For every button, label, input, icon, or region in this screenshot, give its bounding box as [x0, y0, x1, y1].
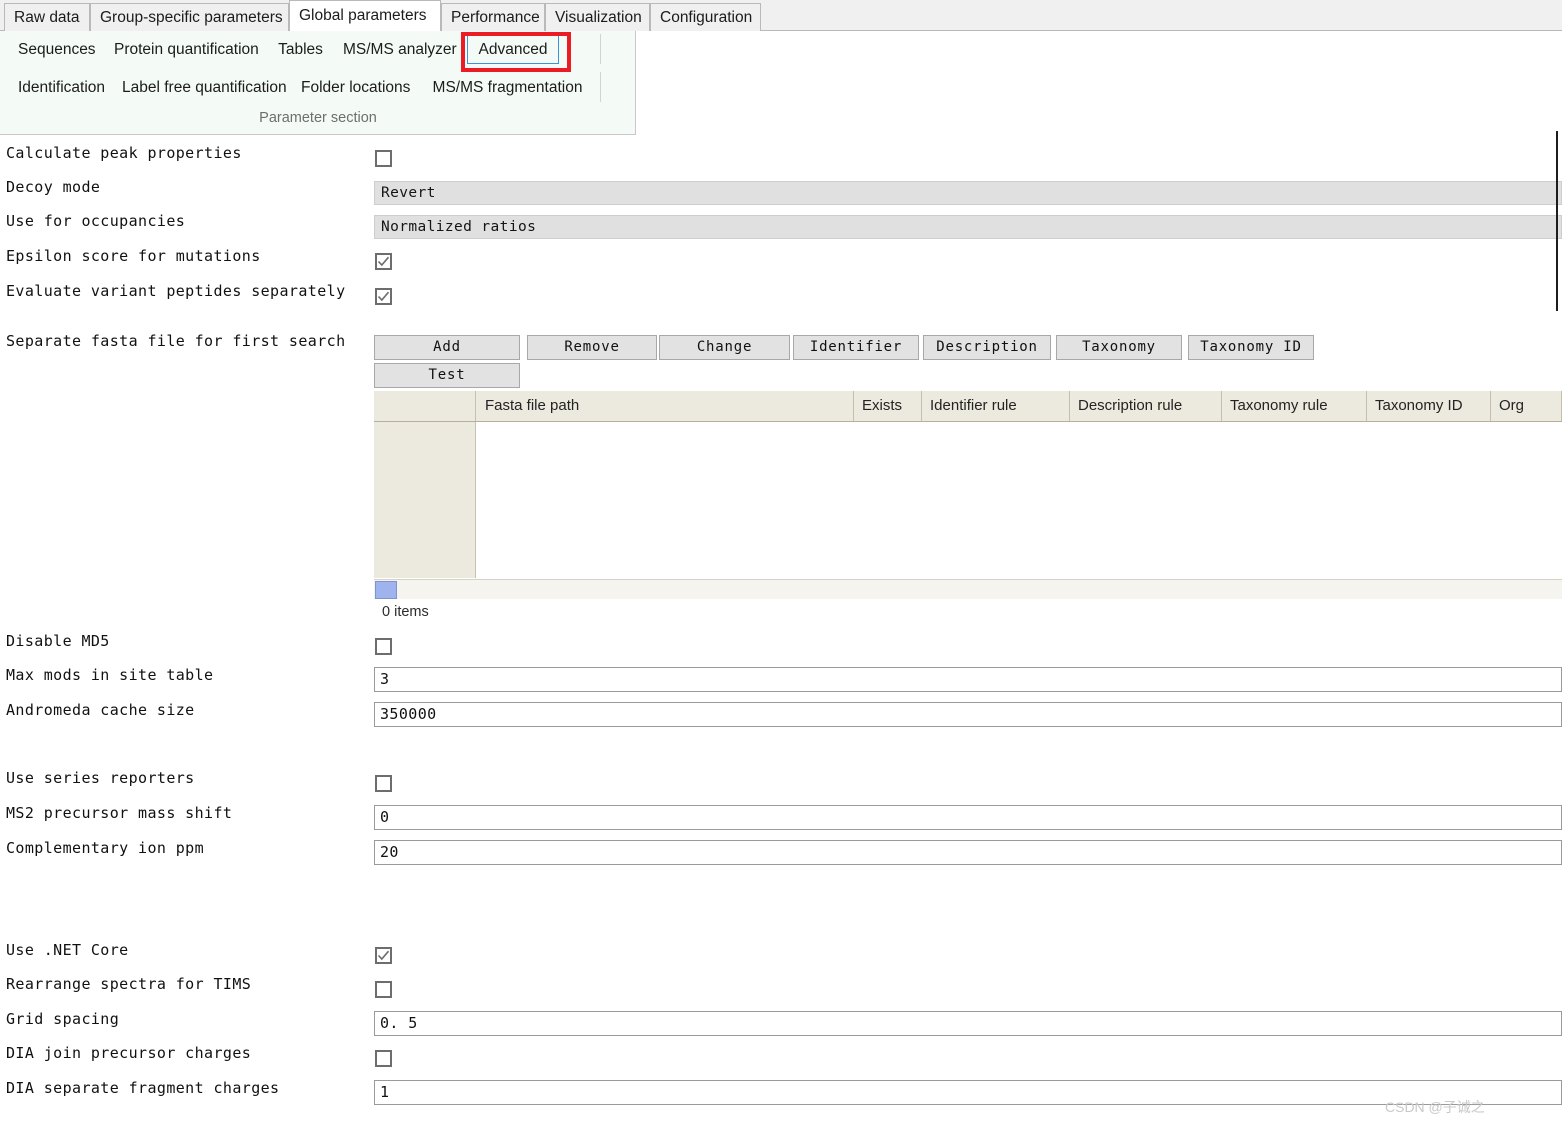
fasta-table-corner-cell	[374, 391, 476, 421]
change-button[interactable]: Change	[659, 335, 790, 360]
label-disable-md5: Disable MD5	[6, 632, 110, 650]
checkbox-disable-md5[interactable]	[375, 638, 392, 655]
input-ms2-precursor-mass-shift[interactable]: 0	[374, 805, 1562, 830]
sub-tab-ms-ms-analyzer[interactable]: MS/MS analyzer	[333, 34, 466, 64]
fasta-table: Fasta file path Exists Identifier rule Desc…	[374, 391, 1562, 578]
label-use-net-core: Use .NET Core	[6, 941, 129, 959]
sub-tab-folder-locations[interactable]: Folder locations	[291, 72, 419, 102]
main-tab-visualization[interactable]: Visualization	[545, 3, 650, 31]
sub-tab-identification[interactable]: Identification	[8, 72, 112, 102]
column-header-org[interactable]: Org	[1491, 391, 1562, 421]
label-decoy-mode: Decoy mode	[6, 178, 101, 196]
checkbox-use-series-reporters[interactable]	[375, 775, 392, 792]
main-tab-configuration[interactable]: Configuration	[650, 3, 761, 31]
column-header-taxonomy-id[interactable]: Taxonomy ID	[1367, 391, 1491, 421]
main-tab-group-specific-parameters[interactable]: Group-specific parameters	[90, 3, 289, 31]
input-max-mods-in-site-table[interactable]: 3	[374, 667, 1562, 692]
taxonomy-id-button[interactable]: Taxonomy ID	[1188, 335, 1314, 360]
label-ms2-precursor-mass-shift: MS2 precursor mass shift	[6, 804, 233, 822]
fasta-table-header-row: Fasta file path Exists Identifier rule Desc…	[374, 391, 1562, 422]
column-header-fasta-file-path[interactable]: Fasta file path	[477, 391, 854, 421]
column-header-description-rule[interactable]: Description rule	[1070, 391, 1222, 421]
watermark: CSDN @子诚之	[1385, 1099, 1485, 1115]
checkbox-calculate-peak-properties[interactable]	[375, 150, 392, 167]
remove-button[interactable]: Remove	[527, 335, 657, 360]
sub-tab-label-free-quantification[interactable]: Label free quantification	[112, 72, 291, 102]
combo-use-for-occupancies[interactable]: Normalized ratios	[374, 215, 1562, 239]
checkbox-rearrange-spectra-for-tims[interactable]	[375, 981, 392, 998]
input-dia-separate-fragment-charges[interactable]: 1	[374, 1080, 1562, 1105]
scrollbar-thumb[interactable]	[375, 581, 397, 599]
column-header-exists[interactable]: Exists	[854, 391, 922, 421]
label-separate-fasta-file-for-first-search: Separate fasta file for first search	[6, 332, 346, 350]
panel-right-edge	[1556, 131, 1558, 311]
main-tab-performance[interactable]: Performance	[441, 3, 545, 31]
checkbox-use-net-core[interactable]	[375, 947, 392, 964]
label-max-mods-in-site-table: Max mods in site table	[6, 666, 214, 684]
combo-decoy-mode[interactable]: Revert	[374, 181, 1562, 205]
label-dia-join-precursor-charges: DIA join precursor charges	[6, 1044, 252, 1062]
label-complementary-ion-ppm: Complementary ion ppm	[6, 839, 205, 857]
label-calculate-peak-properties: Calculate peak properties	[6, 144, 242, 162]
sub-tab-advanced[interactable]: Advanced	[467, 34, 559, 64]
label-epsilon-score-for-mutations: Epsilon score for mutations	[6, 247, 261, 265]
sub-tab-row-2: Identification Label free quantification F…	[0, 72, 635, 105]
label-rearrange-spectra-for-tims: Rearrange spectra for TIMS	[6, 975, 252, 993]
sub-tab-divider-2	[600, 72, 601, 102]
label-evaluate-variant-peptides-separately: Evaluate variant peptides separately	[6, 282, 346, 300]
fasta-table-row-header-column	[374, 422, 476, 578]
label-use-series-reporters: Use series reporters	[6, 769, 195, 787]
taxonomy-button[interactable]: Taxonomy	[1056, 335, 1182, 360]
fasta-table-body[interactable]	[477, 422, 1562, 578]
sub-tab-ms-ms-fragmentation[interactable]: MS/MS fragmentation	[419, 72, 596, 102]
sub-tab-tables[interactable]: Tables	[268, 34, 333, 64]
sub-tab-sequences[interactable]: Sequences	[8, 34, 104, 64]
label-use-for-occupancies: Use for occupancies	[6, 212, 186, 230]
input-andromeda-cache-size[interactable]: 350000	[374, 702, 1562, 727]
label-andromeda-cache-size: Andromeda cache size	[6, 701, 195, 719]
fasta-table-horizontal-scrollbar[interactable]	[374, 579, 1562, 599]
main-tab-bar: Raw data Group-specific parameters Global …	[0, 0, 1562, 31]
description-button[interactable]: Description	[923, 335, 1051, 360]
input-grid-spacing[interactable]: 0. 5	[374, 1011, 1562, 1036]
add-button[interactable]: Add	[374, 335, 520, 360]
column-header-identifier-rule[interactable]: Identifier rule	[922, 391, 1070, 421]
main-tab-global-parameters[interactable]: Global parameters	[289, 0, 441, 31]
parameter-section-caption: Parameter section	[259, 110, 377, 126]
column-header-taxonomy-rule[interactable]: Taxonomy rule	[1222, 391, 1367, 421]
checkbox-evaluate-variant-peptides-separately[interactable]	[375, 288, 392, 305]
checkbox-dia-join-precursor-charges[interactable]	[375, 1050, 392, 1067]
input-complementary-ion-ppm[interactable]: 20	[374, 840, 1562, 865]
identifier-button[interactable]: Identifier	[793, 335, 919, 360]
sub-tab-row-1: Sequences Protein quantification Tables MS/…	[0, 34, 635, 67]
main-tab-raw-data[interactable]: Raw data	[4, 3, 90, 31]
sub-tab-protein-quantification[interactable]: Protein quantification	[104, 34, 268, 64]
sub-tab-divider-1	[600, 34, 601, 64]
fasta-items-count: 0 items	[382, 604, 429, 620]
checkbox-epsilon-score-for-mutations[interactable]	[375, 253, 392, 270]
test-button[interactable]: Test	[374, 363, 520, 388]
label-grid-spacing: Grid spacing	[6, 1010, 120, 1028]
label-dia-separate-fragment-charges: DIA separate fragment charges	[6, 1079, 280, 1097]
